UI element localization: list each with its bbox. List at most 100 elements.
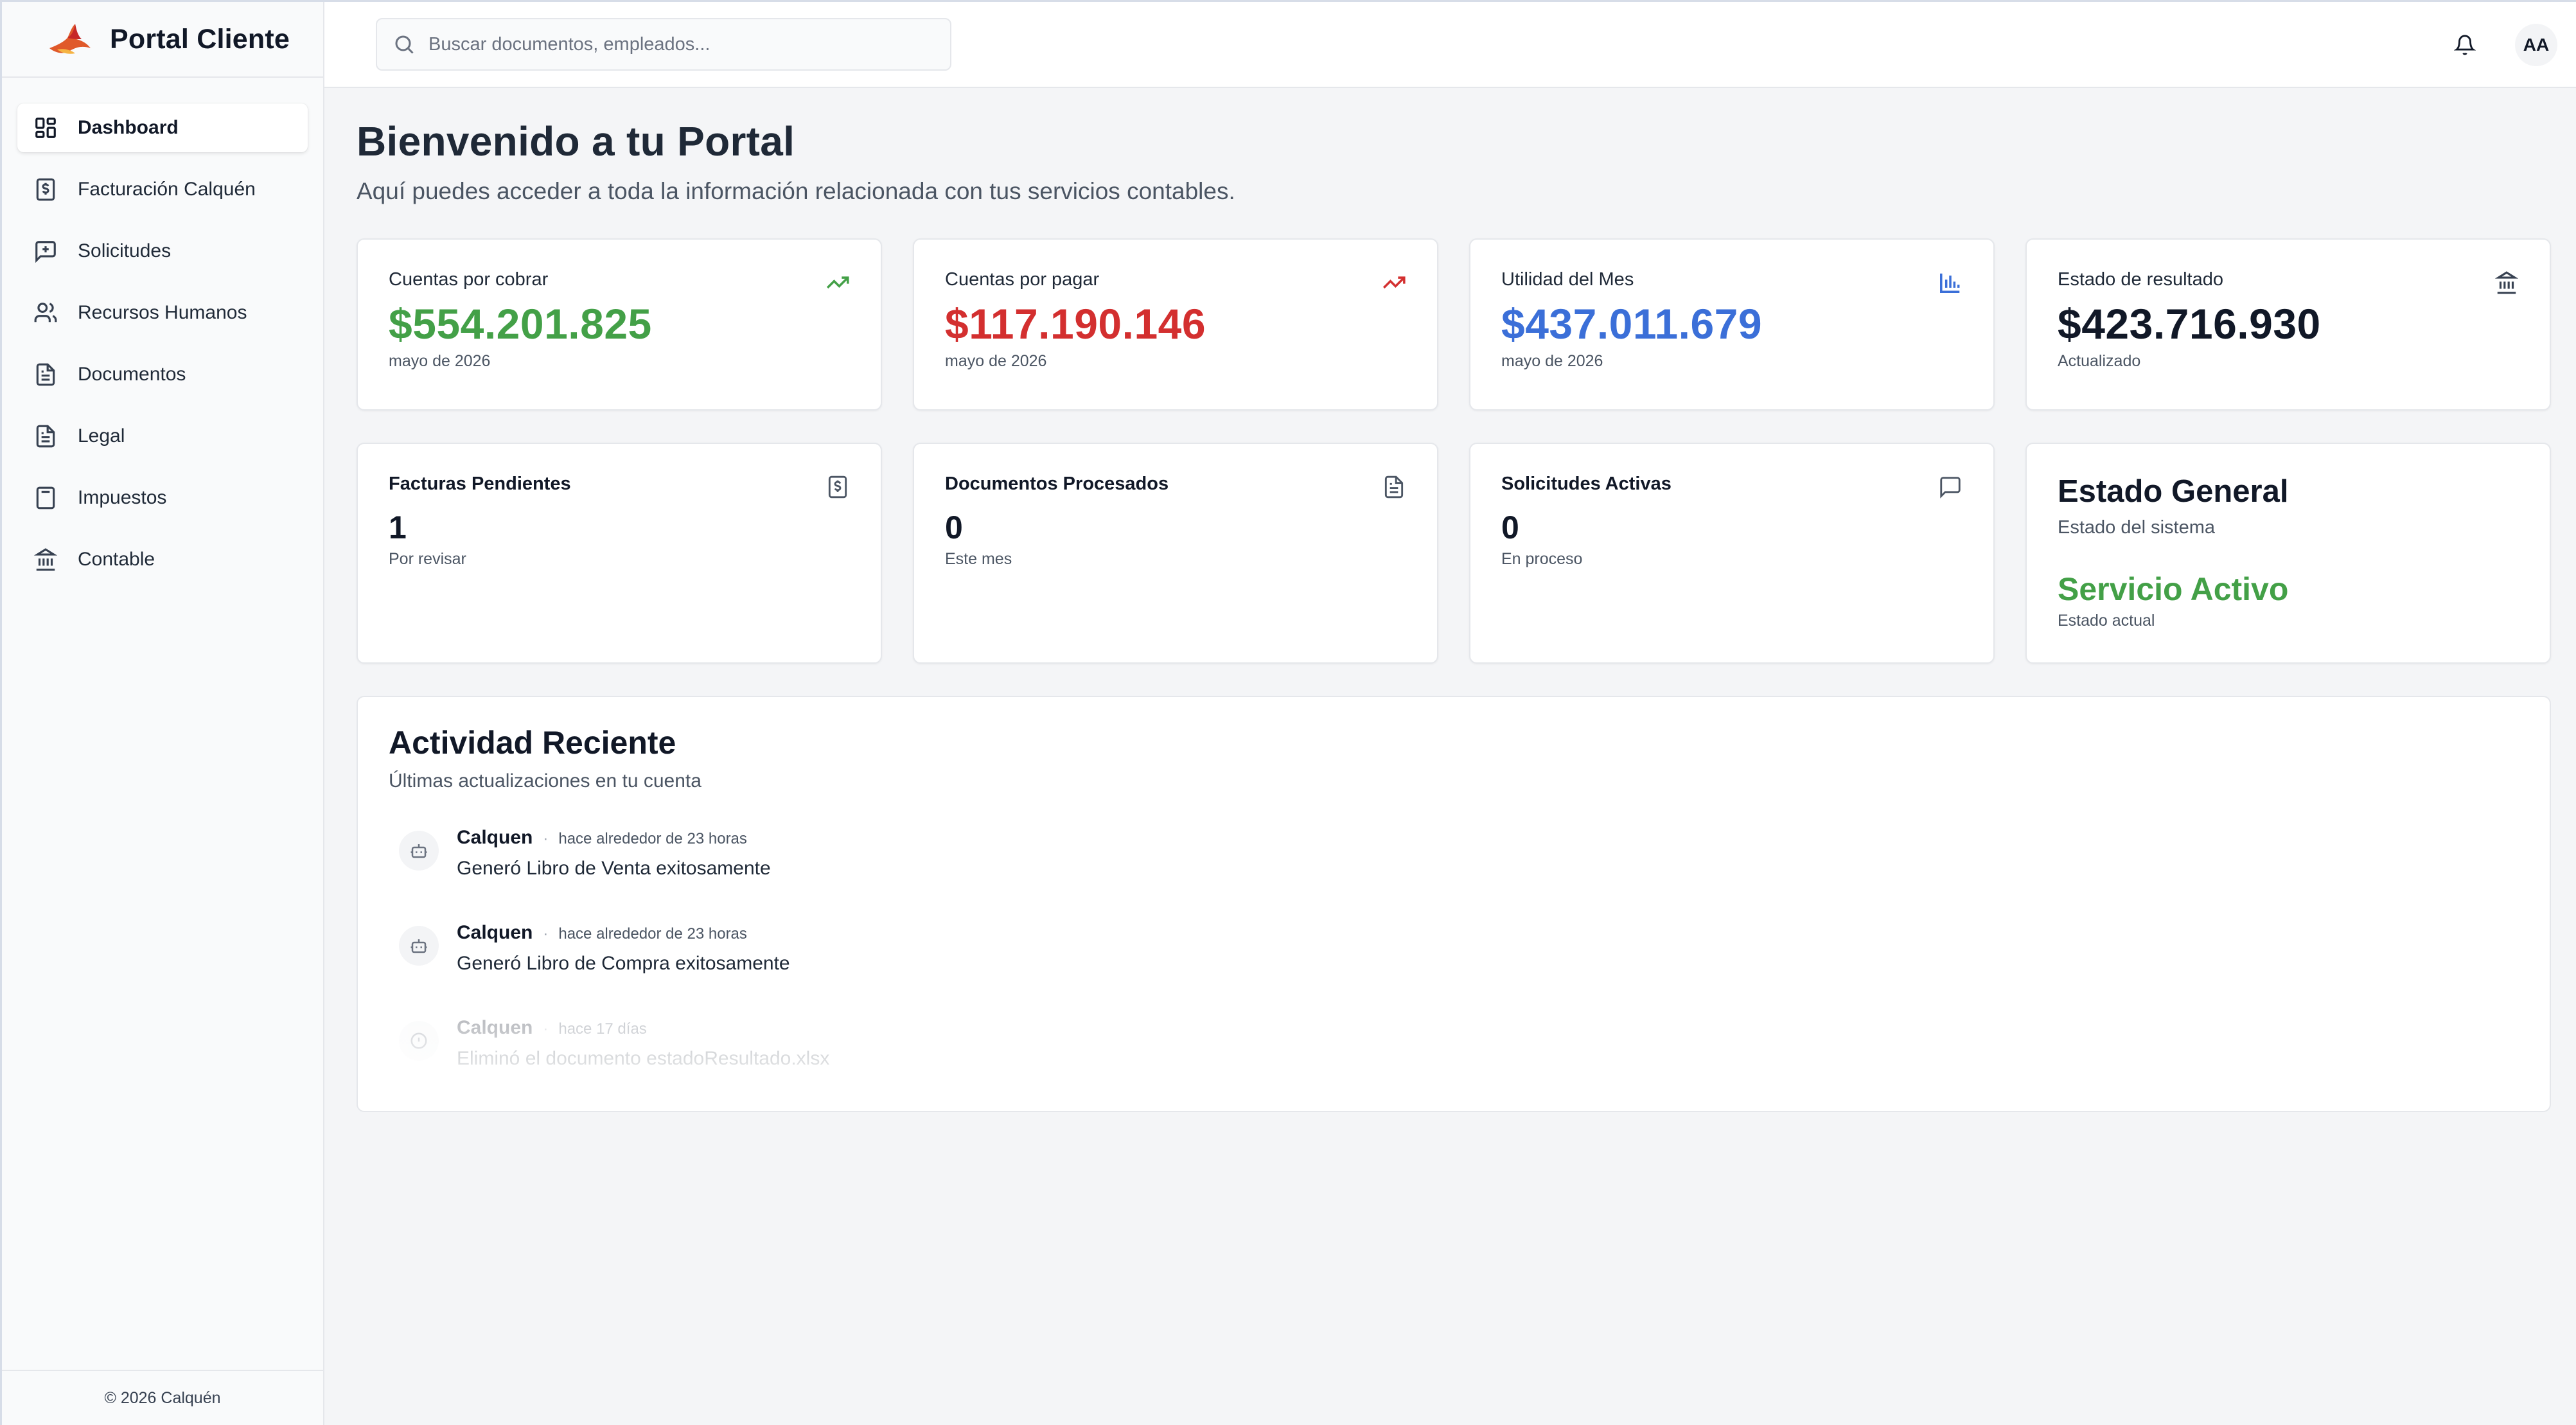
message-plus-icon	[33, 238, 58, 264]
counters-row: Facturas Pendientes 1 Por revisar Docume…	[357, 443, 2551, 664]
stat-value: $423.716.930	[2058, 300, 2321, 348]
user-avatar[interactable]: AA	[2515, 24, 2557, 66]
stat-period: mayo de 2026	[945, 352, 1047, 370]
calculator-icon	[33, 485, 58, 511]
status-title: Estado General	[2058, 474, 2289, 509]
sidebar-item-label: Solicitudes	[78, 240, 172, 261]
sidebar-nav: Dashboard Facturación Calquén Solicitude…	[2, 78, 323, 584]
sidebar-item-label: Recursos Humanos	[78, 302, 247, 323]
stats-row: Cuentas por cobrar $554.201.825 mayo de …	[357, 238, 2551, 411]
dashboard-icon	[33, 115, 58, 141]
sidebar-item-documentos[interactable]: Documentos	[17, 350, 308, 399]
stat-card-cuentas-por-cobrar[interactable]: Cuentas por cobrar $554.201.825 mayo de …	[357, 238, 882, 411]
activity-time: hace alrededor de 23 horas	[558, 925, 747, 943]
activity-header: Calquen · hace alrededor de 23 horas	[457, 827, 771, 849]
brand-name: Portal Cliente	[110, 23, 290, 55]
calquen-bird-logo	[49, 24, 91, 54]
recent-activity-card: Actividad Reciente Últimas actualizacion…	[357, 696, 2551, 1112]
search-icon	[395, 35, 414, 54]
activity-item[interactable]: Calquen · hace alrededor de 23 horas Gen…	[389, 827, 2519, 922]
sidebar-item-label: Dashboard	[78, 117, 179, 138]
counter-value: 1	[389, 509, 407, 545]
sidebar-item-dashboard[interactable]: Dashboard	[17, 103, 308, 152]
activity-subtitle: Últimas actualizaciones en tu cuenta	[389, 770, 701, 792]
bar-chart-icon	[1938, 270, 1963, 295]
stat-card-estado-de-resultado[interactable]: Estado de resultado $423.716.930 Actuali…	[2025, 238, 2551, 411]
document-icon	[33, 362, 58, 387]
sidebar-item-label: Legal	[78, 425, 125, 447]
status-note: Estado actual	[2058, 612, 2155, 630]
sidebar-item-label: Documentos	[78, 364, 186, 385]
activity-item[interactable]: Calquen · hace alrededor de 23 horas Gen…	[389, 922, 2519, 1017]
activity-header: Calquen · hace 17 días	[457, 1017, 829, 1039]
top-actions: AA	[2448, 2, 2557, 88]
separator-dot: ·	[543, 830, 549, 847]
counter-value: 0	[1501, 509, 1520, 545]
info-icon	[399, 1021, 439, 1061]
counter-card-documentos-procesados[interactable]: Documentos Procesados 0 Este mes	[913, 443, 1438, 664]
activity-description: Eliminó el documento estadoResultado.xls…	[457, 1048, 830, 1069]
invoice-dollar-icon	[33, 177, 58, 202]
dashboard-content: Bienvenido a tu Portal Aquí puedes acced…	[324, 88, 2576, 1112]
activity-body: Calquen · hace alrededor de 23 horas Gen…	[457, 922, 790, 975]
stat-period: Actualizado	[2058, 352, 2141, 370]
activity-header: Calquen · hace alrededor de 23 horas	[457, 922, 790, 944]
bank-icon	[2494, 270, 2519, 295]
counter-card-facturas-pendientes[interactable]: Facturas Pendientes 1 Por revisar	[357, 443, 882, 664]
counter-label: Documentos Procesados	[945, 474, 1169, 494]
stat-label: Estado de resultado	[2058, 269, 2223, 290]
counter-label: Solicitudes Activas	[1501, 474, 1672, 494]
users-icon	[33, 300, 58, 326]
activity-list: Calquen · hace alrededor de 23 horas Gen…	[389, 827, 2519, 1111]
stat-label: Utilidad del Mes	[1501, 269, 1634, 290]
sidebar: Portal Cliente Dashboard Facturación Cal…	[2, 2, 324, 1425]
stat-card-utilidad-del-mes[interactable]: Utilidad del Mes $437.011.679 mayo de 20…	[1469, 238, 1995, 411]
document-icon	[1382, 475, 1406, 499]
activity-user: Calquen	[457, 827, 533, 848]
search-input[interactable]	[428, 33, 942, 55]
activity-user: Calquen	[457, 1017, 533, 1038]
document-icon	[33, 423, 58, 449]
stat-period: mayo de 2026	[1501, 352, 1603, 370]
trending-up-icon	[1382, 270, 1406, 295]
bank-icon	[33, 547, 58, 572]
sidebar-item-recursos-humanos[interactable]: Recursos Humanos	[17, 288, 308, 337]
activity-body: Calquen · hace 17 días Eliminó el docume…	[457, 1017, 829, 1070]
stat-period: mayo de 2026	[389, 352, 491, 370]
brand[interactable]: Portal Cliente	[2, 2, 323, 78]
bot-icon	[399, 831, 439, 871]
counter-card-solicitudes-activas[interactable]: Solicitudes Activas 0 En proceso	[1469, 443, 1995, 664]
notifications-button[interactable]	[2448, 28, 2482, 62]
sidebar-item-label: Contable	[78, 549, 155, 570]
stat-value: $554.201.825	[389, 300, 652, 348]
counter-label: Facturas Pendientes	[389, 474, 571, 494]
activity-time: hace alrededor de 23 horas	[558, 830, 747, 847]
stat-value: $117.190.146	[945, 300, 1206, 348]
stat-card-cuentas-por-pagar[interactable]: Cuentas por pagar $117.190.146 mayo de 2…	[913, 238, 1438, 411]
page-title: Bienvenido a tu Portal	[357, 118, 795, 164]
status-subtitle: Estado del sistema	[2058, 517, 2216, 538]
sidebar-item-facturacion[interactable]: Facturación Calquén	[17, 165, 308, 214]
status-value: Servicio Activo	[2058, 571, 2289, 607]
activity-item[interactable]: Calquen · hace 17 días Eliminó el docume…	[389, 1017, 2519, 1111]
counter-value: 0	[945, 509, 964, 545]
page-subtitle: Aquí puedes acceder a toda la informació…	[357, 178, 1235, 204]
sidebar-item-solicitudes[interactable]: Solicitudes	[17, 227, 308, 276]
sidebar-item-contable[interactable]: Contable	[17, 535, 308, 584]
activity-body: Calquen · hace alrededor de 23 horas Gen…	[457, 827, 771, 880]
separator-dot: ·	[543, 925, 549, 943]
sidebar-item-label: Facturación Calquén	[78, 179, 256, 200]
sidebar-item-impuestos[interactable]: Impuestos	[17, 474, 308, 522]
activity-time: hace 17 días	[558, 1020, 647, 1038]
activity-description: Generó Libro de Venta exitosamente	[457, 858, 771, 879]
activity-title: Actividad Reciente	[389, 725, 676, 761]
message-icon	[1938, 475, 1963, 499]
stat-label: Cuentas por pagar	[945, 269, 1100, 290]
main-area: AA Bienvenido a tu Portal Aquí puedes ac…	[324, 2, 2576, 1425]
bell-icon	[2454, 35, 2476, 55]
search-box[interactable]	[376, 18, 951, 71]
sidebar-item-legal[interactable]: Legal	[17, 412, 308, 461]
sidebar-footer: © 2026 Calquén	[2, 1370, 323, 1425]
counter-sub: En proceso	[1501, 550, 1583, 568]
stat-value: $437.011.679	[1501, 300, 1763, 348]
